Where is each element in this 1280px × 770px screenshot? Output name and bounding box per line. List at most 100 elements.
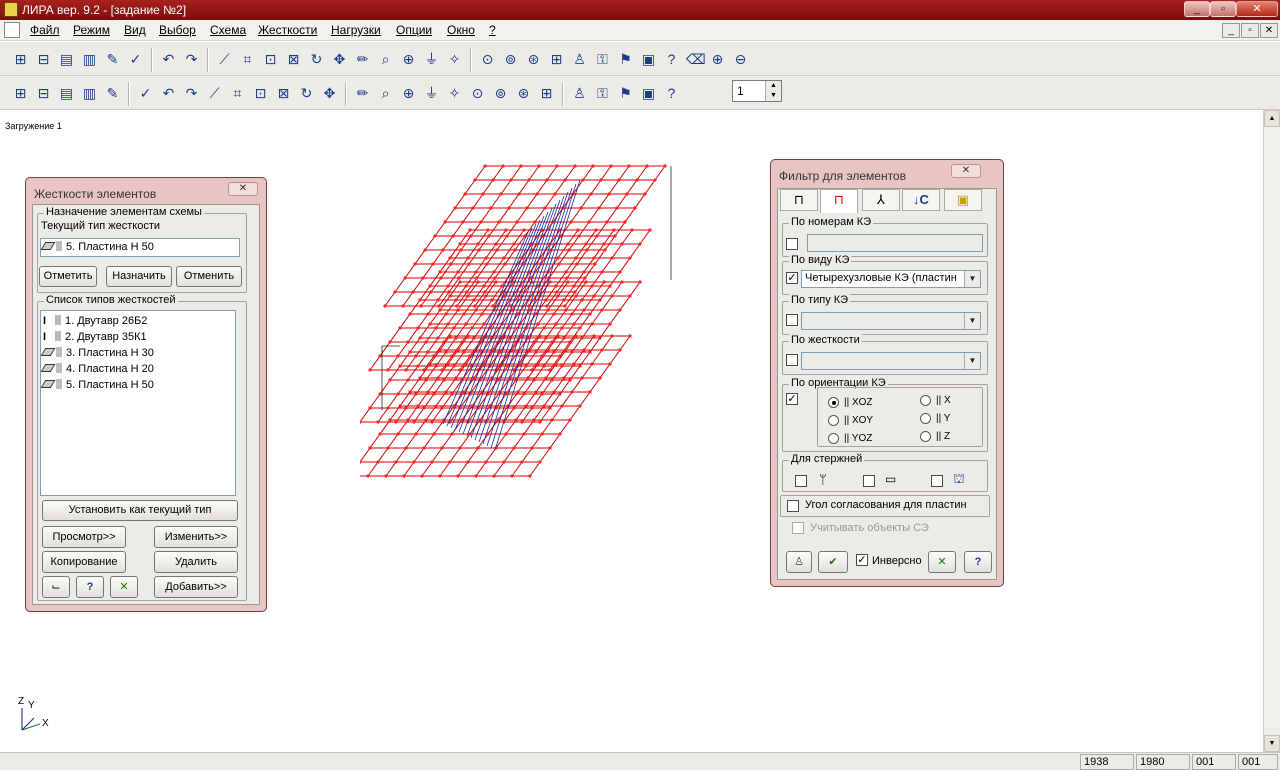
stiffness-close-button[interactable]: ✕ bbox=[228, 182, 258, 196]
by-orientation-checkbox[interactable]: ✓ bbox=[786, 393, 798, 405]
set-current-type-button[interactable]: Установить как текущий тип bbox=[42, 500, 238, 521]
filter-icon[interactable]: ⏚ bbox=[423, 51, 440, 68]
menu-stiffness[interactable]: Жесткости bbox=[258, 23, 317, 37]
tag-icon[interactable]: ⚑ bbox=[617, 51, 634, 68]
menu-select[interactable]: Выбор bbox=[159, 23, 196, 37]
support-icon[interactable]: ♙ bbox=[571, 51, 588, 68]
orient-xoy-radio[interactable] bbox=[828, 415, 839, 426]
mdi-close-button[interactable]: ✕ bbox=[1260, 23, 1278, 38]
target-icon[interactable]: ⊕ bbox=[400, 85, 417, 102]
apply-filter-icon[interactable]: ♙ bbox=[786, 551, 812, 573]
bar-icon[interactable]: ⊞ bbox=[12, 85, 29, 102]
change-button[interactable]: Изменить>> bbox=[154, 526, 238, 548]
rod-filter1-checkbox[interactable] bbox=[795, 475, 807, 487]
grid-icon[interactable]: ⊞ bbox=[548, 51, 565, 68]
rigid-icon[interactable]: ⊞ bbox=[12, 51, 29, 68]
tool1-icon[interactable]: ⌕ bbox=[377, 85, 394, 102]
delete-icon[interactable]: ⊛ bbox=[515, 85, 532, 102]
cancel-button[interactable]: Отменить bbox=[176, 266, 242, 287]
filter-close-button[interactable]: ✕ bbox=[951, 164, 981, 178]
cut-icon[interactable]: ↶ bbox=[160, 85, 177, 102]
mesh-icon[interactable]: ▤ bbox=[58, 85, 75, 102]
maximize-button[interactable]: ▫ bbox=[1210, 1, 1236, 17]
vertical-scrollbar[interactable]: ▲ ▼ bbox=[1263, 110, 1280, 752]
join-icon[interactable]: ⊙ bbox=[469, 85, 486, 102]
split-icon[interactable]: ✧ bbox=[446, 85, 463, 102]
xyz-icon[interactable]: ⊡ bbox=[262, 51, 279, 68]
tab-nodes-icon[interactable]: ⅄ bbox=[862, 189, 900, 211]
close-x-icon[interactable]: ✕ bbox=[928, 551, 956, 573]
undo-icon[interactable]: ↶ bbox=[160, 51, 177, 68]
help-icon[interactable]: ? bbox=[964, 551, 992, 573]
close-button[interactable]: ✕ bbox=[1236, 1, 1278, 17]
tab-loads-icon[interactable]: ↓C bbox=[902, 189, 940, 211]
menu-mode[interactable]: Режим bbox=[73, 23, 110, 37]
list-item[interactable]: 3. Пластина H 30 bbox=[40, 347, 154, 359]
view-button[interactable]: Просмотр>> bbox=[42, 526, 126, 548]
help-icon[interactable]: ? bbox=[76, 576, 104, 598]
consider-checkbox[interactable] bbox=[792, 522, 804, 534]
axes-icon[interactable]: ⟋ bbox=[216, 51, 233, 68]
angle-checkbox[interactable] bbox=[787, 500, 799, 512]
zoom-in-icon[interactable]: ⊕ bbox=[709, 51, 726, 68]
menu-scheme[interactable]: Схема bbox=[210, 23, 246, 37]
redo-icon[interactable]: ↷ bbox=[183, 51, 200, 68]
layer-spinner[interactable]: 1 ▲ ▼ bbox=[732, 80, 782, 102]
view2-icon[interactable]: ⊚ bbox=[502, 51, 519, 68]
menu-window[interactable]: Окно bbox=[447, 23, 475, 37]
ext-icon[interactable]: ⊚ bbox=[492, 85, 509, 102]
menu-loads[interactable]: Нагрузки bbox=[331, 23, 381, 37]
zoom-out-icon[interactable]: ⊖ bbox=[732, 51, 749, 68]
assign-button[interactable]: Назначить bbox=[106, 266, 172, 287]
list-item[interactable]: I 1. Двутавр 26Б2 bbox=[43, 315, 147, 327]
table-icon[interactable]: ▤ bbox=[58, 51, 75, 68]
by-stiffness-checkbox[interactable] bbox=[786, 354, 798, 366]
orient-z-radio[interactable] bbox=[920, 431, 931, 442]
merge-icon[interactable]: ⏚ bbox=[423, 85, 440, 102]
orient-y-radio[interactable] bbox=[920, 413, 931, 424]
book-icon[interactable]: ▣ bbox=[640, 51, 657, 68]
list-item[interactable]: 4. Пластина H 20 bbox=[40, 363, 154, 375]
move-icon[interactable]: ✥ bbox=[331, 51, 348, 68]
sel5-icon[interactable]: ? bbox=[663, 85, 680, 102]
doc-icon[interactable]: ⊠ bbox=[275, 85, 292, 102]
by-kind-checkbox[interactable]: ✓ bbox=[786, 272, 798, 284]
yz-icon[interactable]: ⊠ bbox=[285, 51, 302, 68]
tab-objects-icon[interactable]: ▣ bbox=[944, 189, 982, 211]
structure-mesh[interactable] bbox=[360, 160, 700, 490]
stiffness-type-list[interactable]: I 1. Двутавр 26Б2 I 2. Двутавр 35К1 3. Пла… bbox=[40, 310, 236, 496]
minimize-button[interactable]: _ bbox=[1184, 1, 1210, 17]
menu-help[interactable]: ? bbox=[489, 23, 496, 37]
pencil-icon[interactable]: ✏ bbox=[354, 51, 371, 68]
inverse-checkbox[interactable]: ✓ bbox=[856, 554, 868, 566]
list-item[interactable]: I 2. Двутавр 35К1 bbox=[43, 331, 147, 343]
menu-view[interactable]: Вид bbox=[124, 23, 146, 37]
lock-icon[interactable]: ⚿ bbox=[594, 51, 611, 68]
rotate-icon[interactable]: ↻ bbox=[308, 51, 325, 68]
select-green-icon[interactable]: ✔ bbox=[818, 551, 848, 573]
by-number-checkbox[interactable] bbox=[786, 238, 798, 250]
tab-rods-icon[interactable]: ⊓ bbox=[780, 189, 818, 211]
node-add-icon[interactable]: ✥ bbox=[321, 85, 338, 102]
rod-filter3-checkbox[interactable] bbox=[931, 475, 943, 487]
tab-elements-icon[interactable]: ⊓ bbox=[820, 189, 858, 213]
list-icon[interactable]: ▥ bbox=[81, 51, 98, 68]
sel4-icon[interactable]: ▣ bbox=[640, 85, 657, 102]
scroll-down-icon[interactable]: ▼ bbox=[1264, 735, 1280, 752]
copy-icon[interactable]: ⌗ bbox=[229, 85, 246, 102]
by-stiffness-select[interactable]: ▼ bbox=[801, 352, 981, 370]
view3-icon[interactable]: ⊛ bbox=[525, 51, 542, 68]
mark-button[interactable]: Отметить bbox=[39, 266, 97, 287]
xz-icon[interactable]: ⌗ bbox=[239, 51, 256, 68]
help-cursor-icon[interactable]: ? bbox=[663, 51, 680, 68]
sparkle-icon[interactable]: ✧ bbox=[446, 51, 463, 68]
add-button[interactable]: Добавить>> bbox=[154, 576, 238, 598]
mdi-minimize-button[interactable]: _ bbox=[1222, 23, 1240, 38]
orient-x-radio[interactable] bbox=[920, 395, 931, 406]
chevron-down-icon[interactable]: ▼ bbox=[964, 353, 980, 369]
paste-icon[interactable]: ⊡ bbox=[252, 85, 269, 102]
scroll-up-icon[interactable]: ▲ bbox=[1264, 110, 1280, 127]
by-number-input[interactable] bbox=[807, 234, 983, 252]
menu-options[interactable]: Опции bbox=[396, 23, 432, 37]
fix-icon[interactable]: ⊞ bbox=[538, 85, 555, 102]
